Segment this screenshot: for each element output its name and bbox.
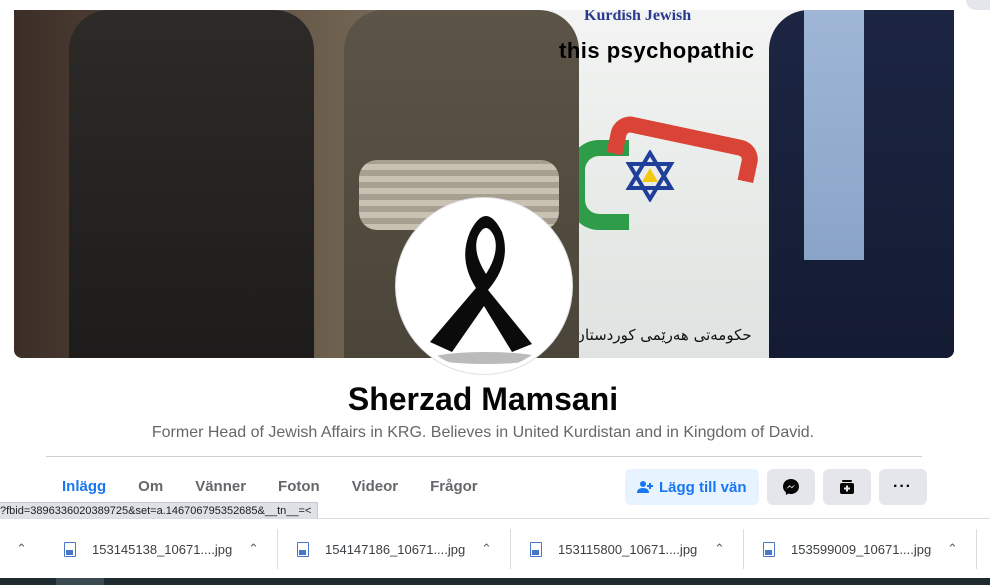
os-taskbar (0, 578, 990, 585)
image-file-icon (64, 541, 76, 557)
divider (46, 456, 922, 457)
top-right-corner (966, 0, 990, 10)
cover-banner-arabic: حکومەتی هەرێمی کوردستان (574, 326, 752, 344)
tab-about[interactable]: Om (122, 470, 179, 506)
add-friend-button[interactable]: Lägg till vän (625, 469, 759, 505)
download-filename: 153145138_10671....jpg (92, 541, 233, 557)
download-item[interactable]: 154147186_10671....jpg (297, 519, 465, 579)
taskbar-active-item[interactable] (56, 578, 104, 585)
add-friend-label: Lägg till vän (659, 478, 747, 496)
download-item[interactable]: 153115800_10671....jpg (530, 519, 697, 579)
download-item[interactable]: 153145138_10671....jpg (64, 519, 232, 579)
download-filename: 153599009_10671....jpg (791, 541, 932, 557)
profile-bio: Former Head of Jewish Affairs in KRG. Be… (151, 424, 815, 441)
cover-caption: this psychopathic (559, 38, 755, 63)
chevron-up-icon[interactable]: ⌃ (947, 541, 958, 557)
profile-tabs: Inlägg Om Vänner Foton Videor Frågor (46, 470, 494, 506)
messenger-button[interactable] (766, 469, 815, 505)
tab-videos[interactable]: Videor (336, 470, 414, 506)
download-item[interactable]: 153599009_10671....jpg (763, 519, 931, 579)
tab-questions[interactable]: Frågor (414, 470, 494, 506)
add-person-icon (637, 481, 653, 493)
follow-icon (839, 480, 854, 494)
download-filename: 154147186_10671....jpg (325, 541, 466, 557)
downloads-bar: ⌃ 153145138_10671....jpg ⌃ 154147186_106… (0, 518, 990, 578)
download-separator (510, 529, 511, 569)
star-of-david-icon (625, 150, 675, 202)
cover-banner-title: Kurdish Jewish (584, 10, 692, 24)
person-left (69, 10, 314, 358)
download-separator (976, 529, 977, 569)
profile-name: Sherzad Mamsani (347, 381, 619, 417)
black-ribbon-icon (430, 216, 538, 364)
download-separator (277, 529, 278, 569)
download-separator (743, 529, 744, 569)
chevron-up-icon[interactable]: ⌃ (714, 541, 725, 557)
person-right-shirt (804, 10, 864, 260)
chevron-up-icon[interactable]: ⌃ (16, 541, 27, 557)
chevron-up-icon[interactable]: ⌃ (481, 541, 492, 557)
messenger-icon (782, 479, 799, 495)
tab-friends[interactable]: Vänner (179, 470, 262, 506)
tab-photos[interactable]: Foton (262, 470, 336, 506)
chevron-up-icon[interactable]: ⌃ (248, 541, 259, 557)
more-options-button[interactable]: ··· (878, 469, 927, 505)
profile-avatar[interactable] (396, 198, 572, 374)
image-file-icon (297, 541, 309, 557)
image-file-icon (763, 541, 775, 557)
follow-button[interactable] (822, 469, 871, 505)
image-file-icon (530, 541, 542, 557)
tab-posts[interactable]: Inlägg (46, 470, 122, 506)
profile-actions: Lägg till vän ··· (625, 469, 927, 505)
download-filename: 153115800_10671....jpg (558, 541, 698, 557)
